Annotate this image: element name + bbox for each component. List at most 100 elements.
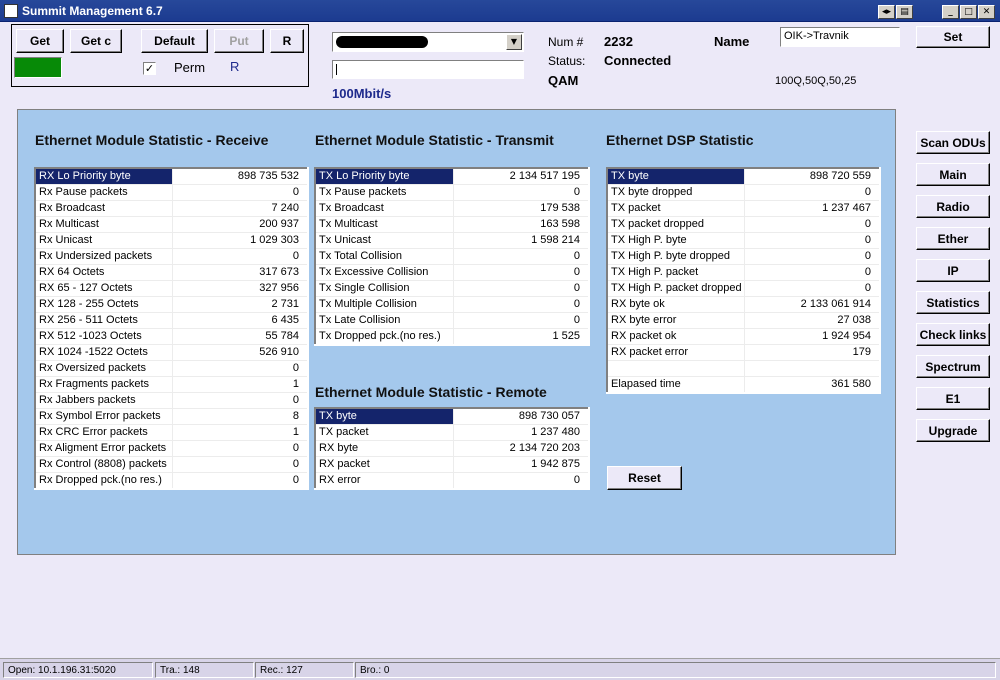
table-row[interactable] [607, 360, 880, 377]
transmit-table[interactable]: TX Lo Priority byte 2 134 517 195 Tx Pause… [314, 167, 590, 346]
table-row[interactable]: RX 256 - 511 Octets 6 435 [35, 312, 308, 329]
check-links-button[interactable]: Check links [916, 323, 990, 346]
statistics-button[interactable]: Statistics [916, 291, 990, 314]
chevron-down-icon[interactable]: ▼ [506, 34, 522, 50]
table-row[interactable]: Rx Unicast 1 029 303 [35, 232, 308, 249]
row-value [744, 360, 880, 377]
table-row[interactable]: TX Lo Priority byte 2 134 517 195 [315, 168, 589, 185]
maximize-button[interactable]: □ [960, 5, 977, 19]
row-label: RX packet [315, 456, 454, 473]
table-row[interactable]: RX byte ok 2 133 061 914 [607, 296, 880, 313]
main-button[interactable]: Main [916, 163, 990, 186]
e1-button[interactable]: E1 [916, 387, 990, 410]
row-value: 1 924 954 [744, 328, 880, 345]
restore-alt-icon[interactable]: ◂▸ [878, 5, 895, 19]
table-row[interactable]: Tx Dropped pck.(no res.) 1 525 [315, 328, 589, 346]
row-label: Tx Total Collision [315, 248, 454, 265]
table-row[interactable]: RX 65 - 127 Octets 327 956 [35, 280, 308, 297]
command-input[interactable] [332, 60, 524, 79]
table-row[interactable]: Rx Control (8808) packets 0 [35, 456, 308, 473]
table-row[interactable]: Tx Late Collision 0 [315, 312, 589, 329]
r-button[interactable]: R [270, 29, 304, 53]
table-row[interactable]: Elapased time 361 580 [607, 376, 880, 394]
table-row[interactable]: Rx Fragments packets 1 [35, 376, 308, 393]
table-row[interactable]: Rx Dropped pck.(no res.) 0 [35, 472, 308, 490]
dsp-table[interactable]: TX byte 898 720 559 TX byte dropped 0 TX pac… [606, 167, 881, 394]
table-row[interactable]: RX 128 - 255 Octets 2 731 [35, 296, 308, 313]
table-row[interactable]: RX packet 1 942 875 [315, 456, 589, 473]
remote-table[interactable]: TX byte 898 730 057 TX packet 1 237 480 RX b… [314, 407, 590, 490]
row-value: 6 435 [172, 312, 308, 329]
title-bar[interactable]: Summit Management 6.7 ◂▸ ▤ _ □ ✕ [0, 0, 1000, 22]
table-row[interactable]: TX byte dropped 0 [607, 184, 880, 201]
get-c-button[interactable]: Get c [70, 29, 122, 53]
dsp-title: Ethernet DSP Statistic [606, 132, 754, 148]
table-row[interactable]: Tx Pause packets 0 [315, 184, 589, 201]
table-row[interactable]: TX byte 898 730 057 [315, 408, 589, 425]
table-row[interactable]: Rx Pause packets 0 [35, 184, 308, 201]
table-row[interactable]: Tx Multicast 163 598 [315, 216, 589, 233]
table-row[interactable]: Rx Broadcast 7 240 [35, 200, 308, 217]
table-row[interactable]: Rx Multicast 200 937 [35, 216, 308, 233]
row-value: 526 910 [172, 344, 308, 361]
row-label: TX byte [315, 408, 454, 425]
row-label: Rx Jabbers packets [35, 392, 173, 409]
system-menu-icon[interactable]: ▤ [896, 5, 913, 19]
table-row[interactable]: Rx Symbol Error packets 8 [35, 408, 308, 425]
table-row[interactable]: TX High P. packet 0 [607, 264, 880, 281]
table-row[interactable]: TX High P. byte 0 [607, 232, 880, 249]
receive-title: Ethernet Module Statistic - Receive [35, 132, 269, 148]
name-field[interactable]: OIK->Travnik [780, 27, 900, 47]
table-row[interactable]: Tx Multiple Collision 0 [315, 296, 589, 313]
row-label: Tx Unicast [315, 232, 454, 249]
ether-button[interactable]: Ether [916, 227, 990, 250]
table-row[interactable]: RX 64 Octets 317 673 [35, 264, 308, 281]
perm-checkbox[interactable]: ✓ [143, 62, 156, 75]
set-button[interactable]: Set [916, 26, 990, 48]
table-row[interactable]: Rx Undersized packets 0 [35, 248, 308, 265]
reset-button[interactable]: Reset [607, 466, 682, 490]
text-caret [336, 64, 337, 75]
table-row[interactable]: Tx Excessive Collision 0 [315, 264, 589, 281]
default-button[interactable]: Default [141, 29, 208, 53]
table-row[interactable]: TX High P. byte dropped 0 [607, 248, 880, 265]
table-row[interactable]: RX 512 -1023 Octets 55 784 [35, 328, 308, 345]
table-row[interactable]: Tx Unicast 1 598 214 [315, 232, 589, 249]
table-row[interactable]: RX packet error 179 [607, 344, 880, 361]
minimize-button[interactable]: _ [942, 5, 959, 19]
table-row[interactable]: RX byte 2 134 720 203 [315, 440, 589, 457]
table-row[interactable]: Rx CRC Error packets 1 [35, 424, 308, 441]
row-value: 27 038 [744, 312, 880, 329]
row-value: 8 [172, 408, 308, 425]
table-row[interactable]: Rx Jabbers packets 0 [35, 392, 308, 409]
row-label: RX 256 - 511 Octets [35, 312, 173, 329]
table-row[interactable]: TX packet dropped 0 [607, 216, 880, 233]
table-row[interactable]: Tx Total Collision 0 [315, 248, 589, 265]
row-label: Rx Broadcast [35, 200, 173, 217]
device-select[interactable]: ▼ [332, 32, 524, 52]
close-button[interactable]: ✕ [978, 5, 995, 19]
table-row[interactable]: Tx Single Collision 0 [315, 280, 589, 297]
get-button[interactable]: Get [16, 29, 64, 53]
row-value: 317 673 [172, 264, 308, 281]
table-row[interactable]: Rx Oversized packets 0 [35, 360, 308, 377]
put-button[interactable]: Put [214, 29, 264, 53]
table-row[interactable]: RX 1024 -1522 Octets 526 910 [35, 344, 308, 361]
table-row[interactable]: TX byte 898 720 559 [607, 168, 880, 185]
table-row[interactable]: RX packet ok 1 924 954 [607, 328, 880, 345]
table-row[interactable]: RX byte error 27 038 [607, 312, 880, 329]
receive-table[interactable]: RX Lo Priority byte 898 735 532 Rx Pause p… [34, 167, 309, 490]
table-row[interactable]: Rx Aligment Error packets 0 [35, 440, 308, 457]
spectrum-button[interactable]: Spectrum [916, 355, 990, 378]
upgrade-button[interactable]: Upgrade [916, 419, 990, 442]
table-row[interactable]: TX packet 1 237 467 [607, 200, 880, 217]
app-icon[interactable] [4, 4, 18, 18]
radio-button[interactable]: Radio [916, 195, 990, 218]
table-row[interactable]: TX High P. packet dropped 0 [607, 280, 880, 297]
table-row[interactable]: TX packet 1 237 480 [315, 424, 589, 441]
table-row[interactable]: Tx Broadcast 179 538 [315, 200, 589, 217]
table-row[interactable]: RX Lo Priority byte 898 735 532 [35, 168, 308, 185]
table-row[interactable]: RX error 0 [315, 472, 589, 490]
scan-odus-button[interactable]: Scan ODUs [916, 131, 990, 154]
ip-button[interactable]: IP [916, 259, 990, 282]
